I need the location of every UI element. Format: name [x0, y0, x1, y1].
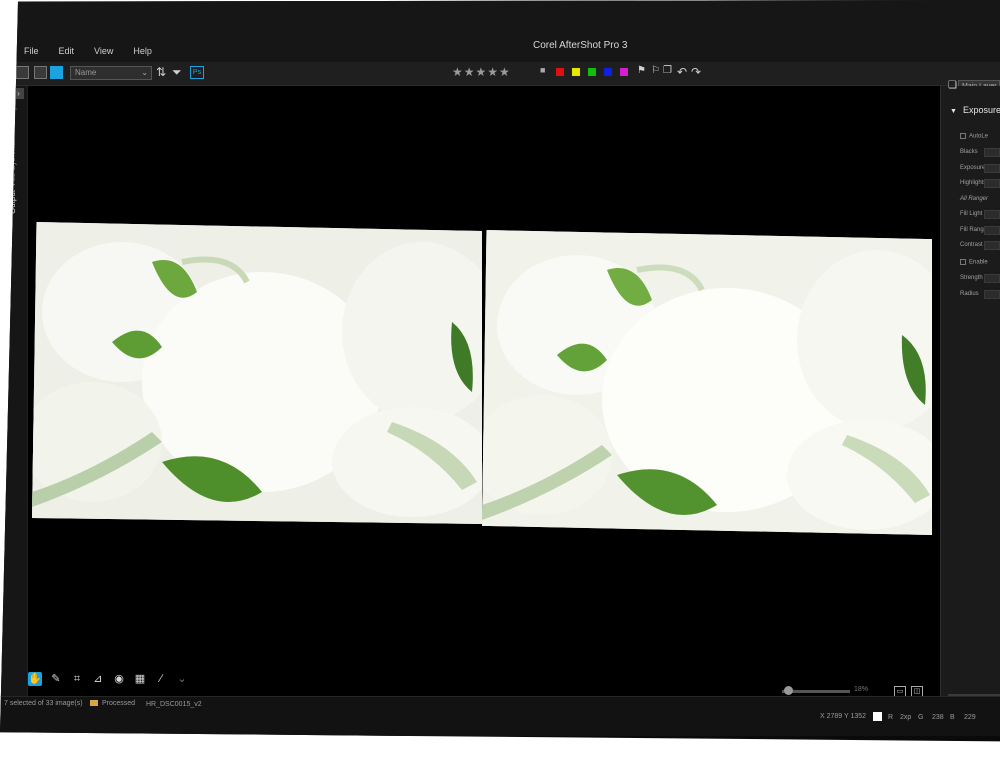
autolevel-checkbox[interactable] [960, 133, 966, 139]
zoom-percent: 18% [854, 686, 869, 693]
hand-tool-icon[interactable]: ✋ [28, 672, 42, 686]
adjustment-panel [940, 86, 1000, 696]
left-tab-strip: Library File System Output [0, 86, 28, 696]
readout-value-b: 229 [964, 714, 976, 721]
file-name: HR_DSC0015_v2 [146, 701, 202, 708]
straighten-icon[interactable]: ⊿ [91, 672, 105, 686]
fill-range-label: Fill Range [960, 227, 988, 233]
rotate-left-icon[interactable]: ↶ [677, 65, 687, 79]
readout-label-r: R [888, 714, 894, 721]
menu-view[interactable]: View [94, 46, 113, 56]
menu-file[interactable]: File [24, 46, 39, 56]
color-label-green[interactable] [588, 68, 596, 76]
photo-before[interactable] [32, 222, 482, 524]
readout-label-b: B [950, 714, 955, 721]
image-dimensions: X 2789 Y 1352 [820, 713, 867, 720]
radius-field[interactable] [984, 290, 1000, 299]
hydrangea-image [32, 222, 482, 524]
tab-library[interactable]: Library [8, 106, 17, 130]
menu-bar: File Edit View Help [24, 46, 152, 56]
color-label-blue[interactable] [604, 68, 612, 76]
chevron-down-icon[interactable]: ⌄ [175, 672, 189, 686]
main-toolbar: Name ⌄ ⇅ ⏷ Ps ★★★★★ ■ ⚑ ⚐ ❐ ↶ ↷ Main Lay… [0, 62, 1000, 94]
highlights-label: Highlights [960, 180, 987, 186]
sort-select[interactable]: Name ⌄ [70, 66, 152, 80]
collapse-panel-icon[interactable]: › [13, 88, 24, 99]
app-window: File Edit View Help Corel AfterShot Pro … [0, 0, 1000, 742]
pixel-color-swatch [873, 712, 882, 721]
radius-label: Radius [960, 291, 979, 297]
menu-edit[interactable]: Edit [59, 46, 75, 56]
title-bar: File Edit View Help Corel AfterShot Pro … [0, 0, 1000, 62]
no-color-icon[interactable]: ■ [540, 65, 545, 75]
exposure-section-header[interactable]: ▼ Exposure [950, 105, 1000, 115]
rotate-right-icon[interactable]: ↷ [691, 65, 701, 79]
fill-light-label: Fill Light [960, 211, 983, 217]
sort-direction-icon[interactable]: ⇅ [156, 65, 166, 79]
zoom-slider-handle[interactable] [784, 686, 793, 695]
contrast-label: Contrast [960, 242, 983, 248]
fill-range-field[interactable] [984, 226, 1000, 235]
color-label-magenta[interactable] [620, 68, 628, 76]
all-ranger-label: All Ranger [960, 196, 989, 202]
chevron-down-icon: ⌄ [141, 68, 148, 77]
enable-row[interactable]: Enable [960, 259, 988, 266]
enable-checkbox[interactable] [960, 259, 966, 265]
autolevel-row[interactable]: AutoLe [960, 133, 988, 140]
contrast-field[interactable] [984, 241, 1000, 250]
sort-value: Name [75, 68, 97, 77]
photo-after[interactable] [482, 230, 932, 535]
tab-output[interactable]: Output [8, 190, 17, 214]
highlights-field[interactable] [984, 179, 1000, 188]
flag-icon[interactable]: ⚑ [637, 65, 646, 76]
single-view-icon[interactable] [50, 66, 63, 79]
strength-field[interactable] [984, 274, 1000, 283]
expand-triangle-icon: ▼ [950, 108, 957, 115]
strength-label: Strength [960, 275, 983, 281]
photoshop-icon[interactable]: Ps [190, 66, 204, 79]
rating-stars[interactable]: ★★★★★ [452, 65, 511, 79]
folder-icon [90, 700, 98, 706]
tab-file-system[interactable]: File System [8, 144, 17, 186]
readout-value-r: 2xp [900, 714, 912, 721]
color-label-yellow[interactable] [572, 68, 580, 76]
readout-value-g: 238 [932, 714, 944, 721]
filter-icon[interactable]: ⏷ [172, 65, 182, 80]
reject-flag-icon[interactable]: ⚐ [651, 65, 660, 76]
layers-icon[interactable]: ❏ [948, 80, 957, 91]
fill-light-field[interactable] [984, 210, 1000, 219]
color-label-red[interactable] [556, 68, 564, 76]
menu-help[interactable]: Help [133, 46, 152, 56]
edit-tools: ✋ ✎ ⌗ ⊿ ◉ ▦ ∕ ⌄ [28, 672, 189, 686]
exposure-field[interactable] [984, 164, 1000, 173]
redeye-icon[interactable]: ◉ [112, 672, 126, 686]
blacks-field[interactable] [984, 148, 1000, 157]
exposure-label: Exposure [960, 165, 986, 171]
grid-view-icon[interactable] [16, 66, 29, 79]
blacks-label: Blacks [960, 149, 978, 155]
readout-label-g: G [918, 714, 924, 721]
folder-name[interactable]: Processed [102, 700, 135, 707]
hydrangea-image [482, 230, 932, 535]
brush-icon[interactable]: ∕ [154, 672, 168, 686]
split-view-icon[interactable] [34, 66, 47, 79]
eyedropper-icon[interactable]: ✎ [49, 672, 63, 686]
crop-icon[interactable]: ⌗ [70, 672, 84, 686]
app-title: Corel AfterShot Pro 3 [533, 40, 628, 51]
selection-count: 7 selected of 33 image(s) [4, 700, 83, 707]
copy-icon[interactable]: ❐ [663, 65, 672, 76]
region-icon[interactable]: ▦ [133, 672, 147, 686]
